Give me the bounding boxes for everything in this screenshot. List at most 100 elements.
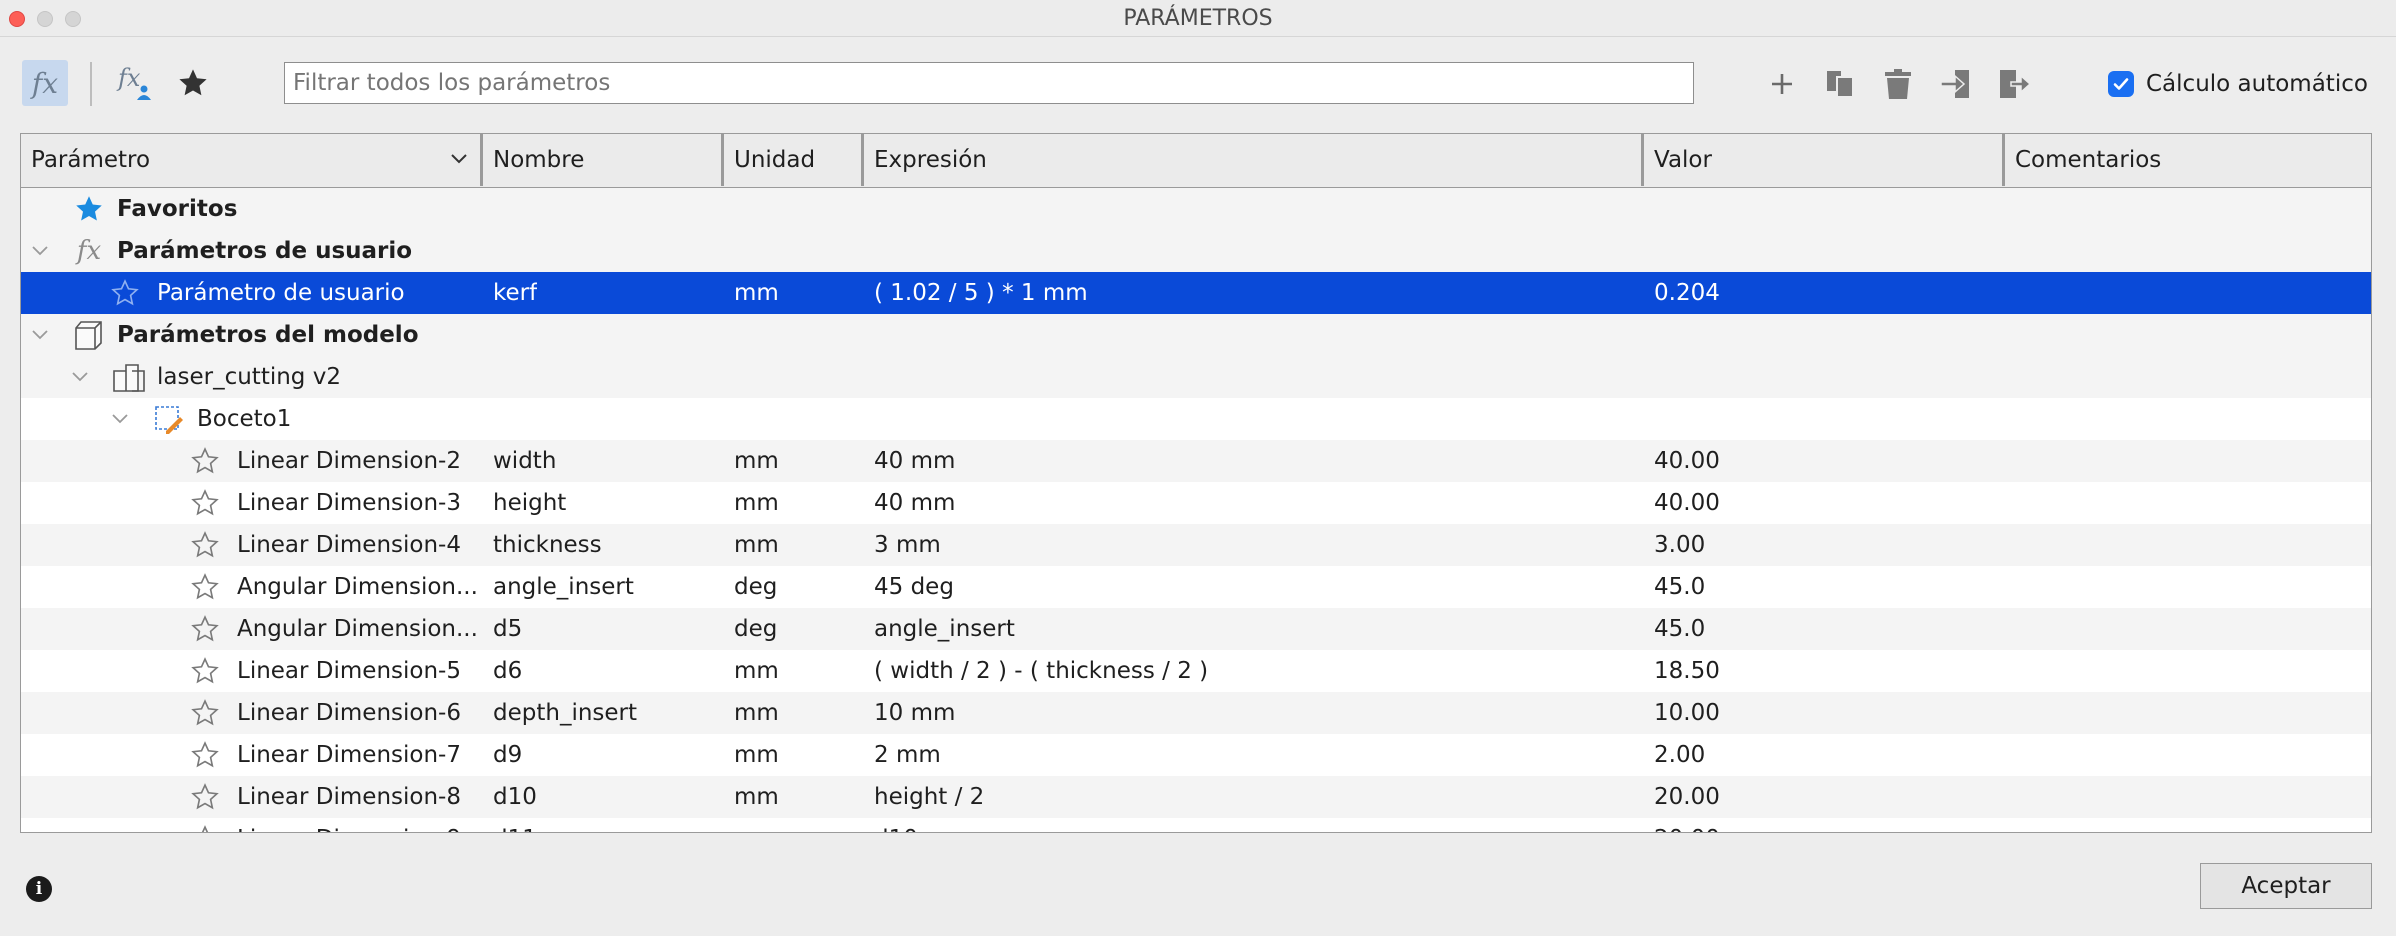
cell-expression[interactable]: 45 deg [874,566,954,608]
checkmark-icon [2113,78,2129,90]
star-outline-icon[interactable] [107,272,143,314]
tree-row-component[interactable]: laser_cutting v2 [21,356,2371,398]
column-header-comments[interactable]: Comentarios [2005,134,2371,186]
chevron-down-icon[interactable] [450,152,468,166]
tree-label: Boceto1 [197,406,292,432]
chevron-down-icon[interactable] [65,356,95,398]
column-header-label: Comentarios [2015,147,2162,173]
star-outline-icon[interactable] [187,482,223,524]
user-parameters-filter-button[interactable]: fx [112,60,158,106]
cell-name[interactable]: d10 [493,776,537,818]
star-outline-icon[interactable] [187,650,223,692]
search-input[interactable] [284,62,1694,104]
group-row-user-parameters[interactable]: fx Parámetros de usuario [21,230,2371,272]
add-parameter-button[interactable] [1762,64,1802,104]
group-row-model-parameters[interactable]: Parámetros del modelo [21,314,2371,356]
cell-expression[interactable]: 3 mm [874,524,941,566]
star-outline-icon[interactable] [187,440,223,482]
cell-expression[interactable]: height / 2 [874,776,984,818]
column-header-name[interactable]: Nombre [483,134,724,186]
column-header-value[interactable]: Valor [1644,134,2005,186]
cell-name[interactable]: depth_insert [493,692,637,734]
table-row[interactable]: Linear Dimension-5 d6 mm ( width / 2 ) - ( … [21,650,2371,692]
table-header: Parámetro Nombre Unidad Expresión Valor … [21,134,2371,188]
group-label: Parámetros de usuario [117,238,413,264]
cell-expression[interactable]: 10 mm [874,692,955,734]
cell-unit[interactable]: deg [734,566,777,608]
cell-unit[interactable]: mm [734,440,779,482]
cell-name[interactable]: d5 [493,608,522,650]
cell-unit[interactable]: mm [734,650,779,692]
cell-unit[interactable]: mm [734,818,779,832]
star-outline-icon[interactable] [187,818,223,832]
table-row[interactable]: Linear Dimension-8 d10 mm height / 2 20.00 [21,776,2371,818]
cell-unit[interactable]: mm [734,482,779,524]
cell-name[interactable]: width [493,440,556,482]
cell-value: 3.00 [1654,532,1706,558]
cell-name[interactable]: height [493,482,566,524]
chevron-down-icon[interactable] [105,398,135,440]
tree-row-sketch[interactable]: Boceto1 [21,398,2371,440]
auto-calc-checkbox[interactable] [2108,71,2134,97]
cell-expression[interactable]: ( 1.02 / 5 ) * 1 mm [874,272,1088,314]
cell-name[interactable]: d11 [493,818,537,832]
table-row[interactable]: Linear Dimension-7 d9 mm 2 mm 2.00 [21,734,2371,776]
cell-expression[interactable]: 40 mm [874,482,955,524]
tree-label: laser_cutting v2 [157,364,341,390]
column-header-unit[interactable]: Unidad [724,134,864,186]
cell-expression[interactable]: angle_insert [874,608,1015,650]
cell-expression[interactable]: 2 mm [874,734,941,776]
chevron-down-icon[interactable] [25,230,55,272]
cell-name[interactable]: thickness [493,524,602,566]
fx-icon: fx [31,66,59,100]
star-outline-icon[interactable] [187,692,223,734]
cell-name[interactable]: d6 [493,650,522,692]
table-row[interactable]: Linear Dimension-3 height mm 40 mm 40.00 [21,482,2371,524]
copy-parameter-button[interactable] [1820,64,1860,104]
star-outline-icon[interactable] [187,776,223,818]
star-outline-icon[interactable] [187,566,223,608]
chevron-down-icon[interactable] [25,314,55,356]
cell-expression[interactable]: 40 mm [874,440,955,482]
table-row[interactable]: Linear Dimension-2 width mm 40 mm 40.00 [21,440,2371,482]
cell-unit[interactable]: mm [734,524,779,566]
table-row[interactable]: Linear Dimension-6 depth_insert mm 10 mm 10.… [21,692,2371,734]
star-outline-icon[interactable] [187,524,223,566]
auto-calc-toggle[interactable]: Cálculo automático [2108,68,2368,100]
cell-name[interactable]: kerf [493,272,537,314]
star-outline-icon[interactable] [187,608,223,650]
cell-unit[interactable]: mm [734,734,779,776]
cell-name[interactable]: angle_insert [493,566,634,608]
cell-expression[interactable]: d10 [874,818,918,832]
table-row[interactable]: Angular Dimension... angle_insert deg 45 de… [21,566,2371,608]
cell-expression[interactable]: ( width / 2 ) - ( thickness / 2 ) [874,650,1208,692]
table-row-selected[interactable]: Parámetro de usuario kerf mm ( 1.02 / 5 … [21,272,2371,314]
table-row[interactable]: Angular Dimension... d5 deg angle_insert 45.… [21,608,2371,650]
all-parameters-filter-button[interactable]: fx [22,60,68,106]
cell-unit[interactable]: mm [734,692,779,734]
component-icon [111,356,147,398]
table-row[interactable]: Linear Dimension-9 d11 mm d10 20.00 [21,818,2371,832]
cell-unit[interactable]: mm [734,776,779,818]
column-header-parameter[interactable]: Parámetro [21,134,483,186]
group-row-favorites[interactable]: Favoritos [21,188,2371,230]
cell-value: 10.00 [1654,700,1720,726]
toolbar-separator [90,62,92,106]
trash-icon [1885,69,1911,99]
table-row[interactable]: Linear Dimension-4 thickness mm 3 mm 3.00 [21,524,2371,566]
import-parameters-button[interactable] [1936,64,1976,104]
cell-unit[interactable]: mm [734,272,779,314]
column-header-label: Expresión [874,147,987,173]
column-header-expression[interactable]: Expresión [864,134,1644,186]
cell-parameter: Linear Dimension-4 [237,532,461,558]
cell-value: 20.00 [1654,818,1720,832]
cell-unit[interactable]: deg [734,608,777,650]
star-outline-icon[interactable] [187,734,223,776]
export-parameters-button[interactable] [1994,64,2034,104]
info-icon[interactable]: i [26,876,52,902]
delete-parameter-button[interactable] [1878,64,1918,104]
favorites-filter-button[interactable] [170,60,216,106]
ok-button[interactable]: Aceptar [2200,863,2372,909]
title-bar: PARÁMETROS [0,0,2396,37]
cell-name[interactable]: d9 [493,734,522,776]
